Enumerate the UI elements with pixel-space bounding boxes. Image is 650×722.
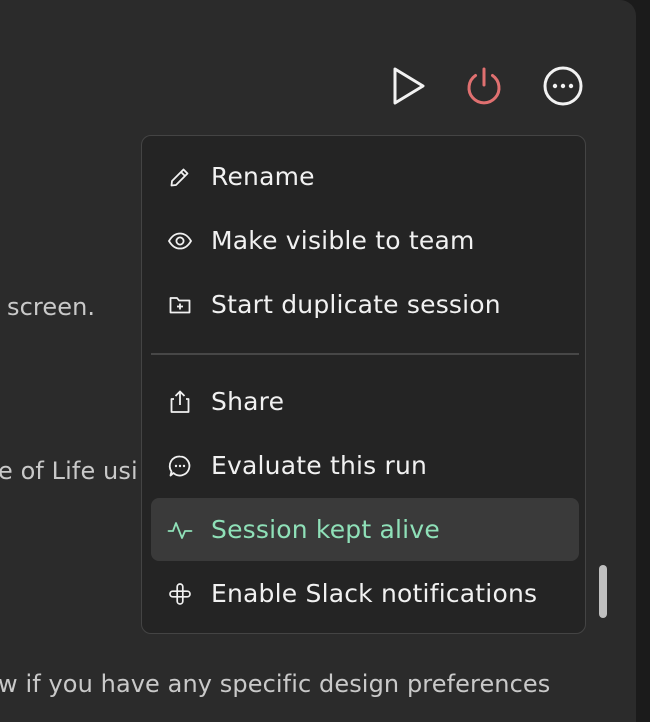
menu-item-evaluate[interactable]: Evaluate this run <box>151 434 579 497</box>
chat-text-fragment: w if you have any specific design prefer… <box>0 670 551 698</box>
menu-item-label: Make visible to team <box>211 226 475 255</box>
activity-icon <box>167 517 193 543</box>
menu-item-label: Evaluate this run <box>211 451 428 480</box>
menu-divider <box>151 353 579 355</box>
eye-icon <box>167 228 193 254</box>
play-button[interactable] <box>386 64 430 108</box>
slack-icon <box>167 581 193 607</box>
power-button[interactable] <box>462 64 506 108</box>
folder-plus-icon <box>167 292 193 318</box>
menu-item-label: Share <box>211 387 285 416</box>
session-options-menu: Rename Make visible to team Start duplic… <box>141 135 586 634</box>
scrollbar-thumb[interactable] <box>599 565 607 618</box>
power-icon <box>467 67 501 105</box>
more-horizontal-circle-icon <box>543 66 583 106</box>
menu-item-start-duplicate[interactable]: Start duplicate session <box>151 273 579 336</box>
play-icon <box>393 67 425 105</box>
menu-item-label: Start duplicate session <box>211 290 501 319</box>
menu-item-label: Session kept alive <box>211 515 440 544</box>
menu-item-rename[interactable]: Rename <box>151 145 579 208</box>
menu-item-session-kept-alive[interactable]: Session kept alive <box>151 498 579 561</box>
menu-item-label: Enable Slack notifications <box>211 579 538 608</box>
menu-item-make-visible[interactable]: Make visible to team <box>151 209 579 272</box>
chat-text-fragment: e of Life usi <box>0 457 138 485</box>
app-root: screen. e of Life usi w if you have any … <box>0 0 650 722</box>
session-panel: screen. e of Life usi w if you have any … <box>0 0 636 722</box>
menu-item-enable-slack[interactable]: Enable Slack notifications <box>151 562 579 625</box>
chat-bubble-icon <box>167 453 193 479</box>
menu-item-label: Rename <box>211 162 315 191</box>
chat-text-fragment: screen. <box>7 293 96 321</box>
more-options-button[interactable] <box>541 64 585 108</box>
pencil-icon <box>167 164 193 190</box>
share-icon <box>167 389 193 415</box>
menu-item-share[interactable]: Share <box>151 370 579 433</box>
